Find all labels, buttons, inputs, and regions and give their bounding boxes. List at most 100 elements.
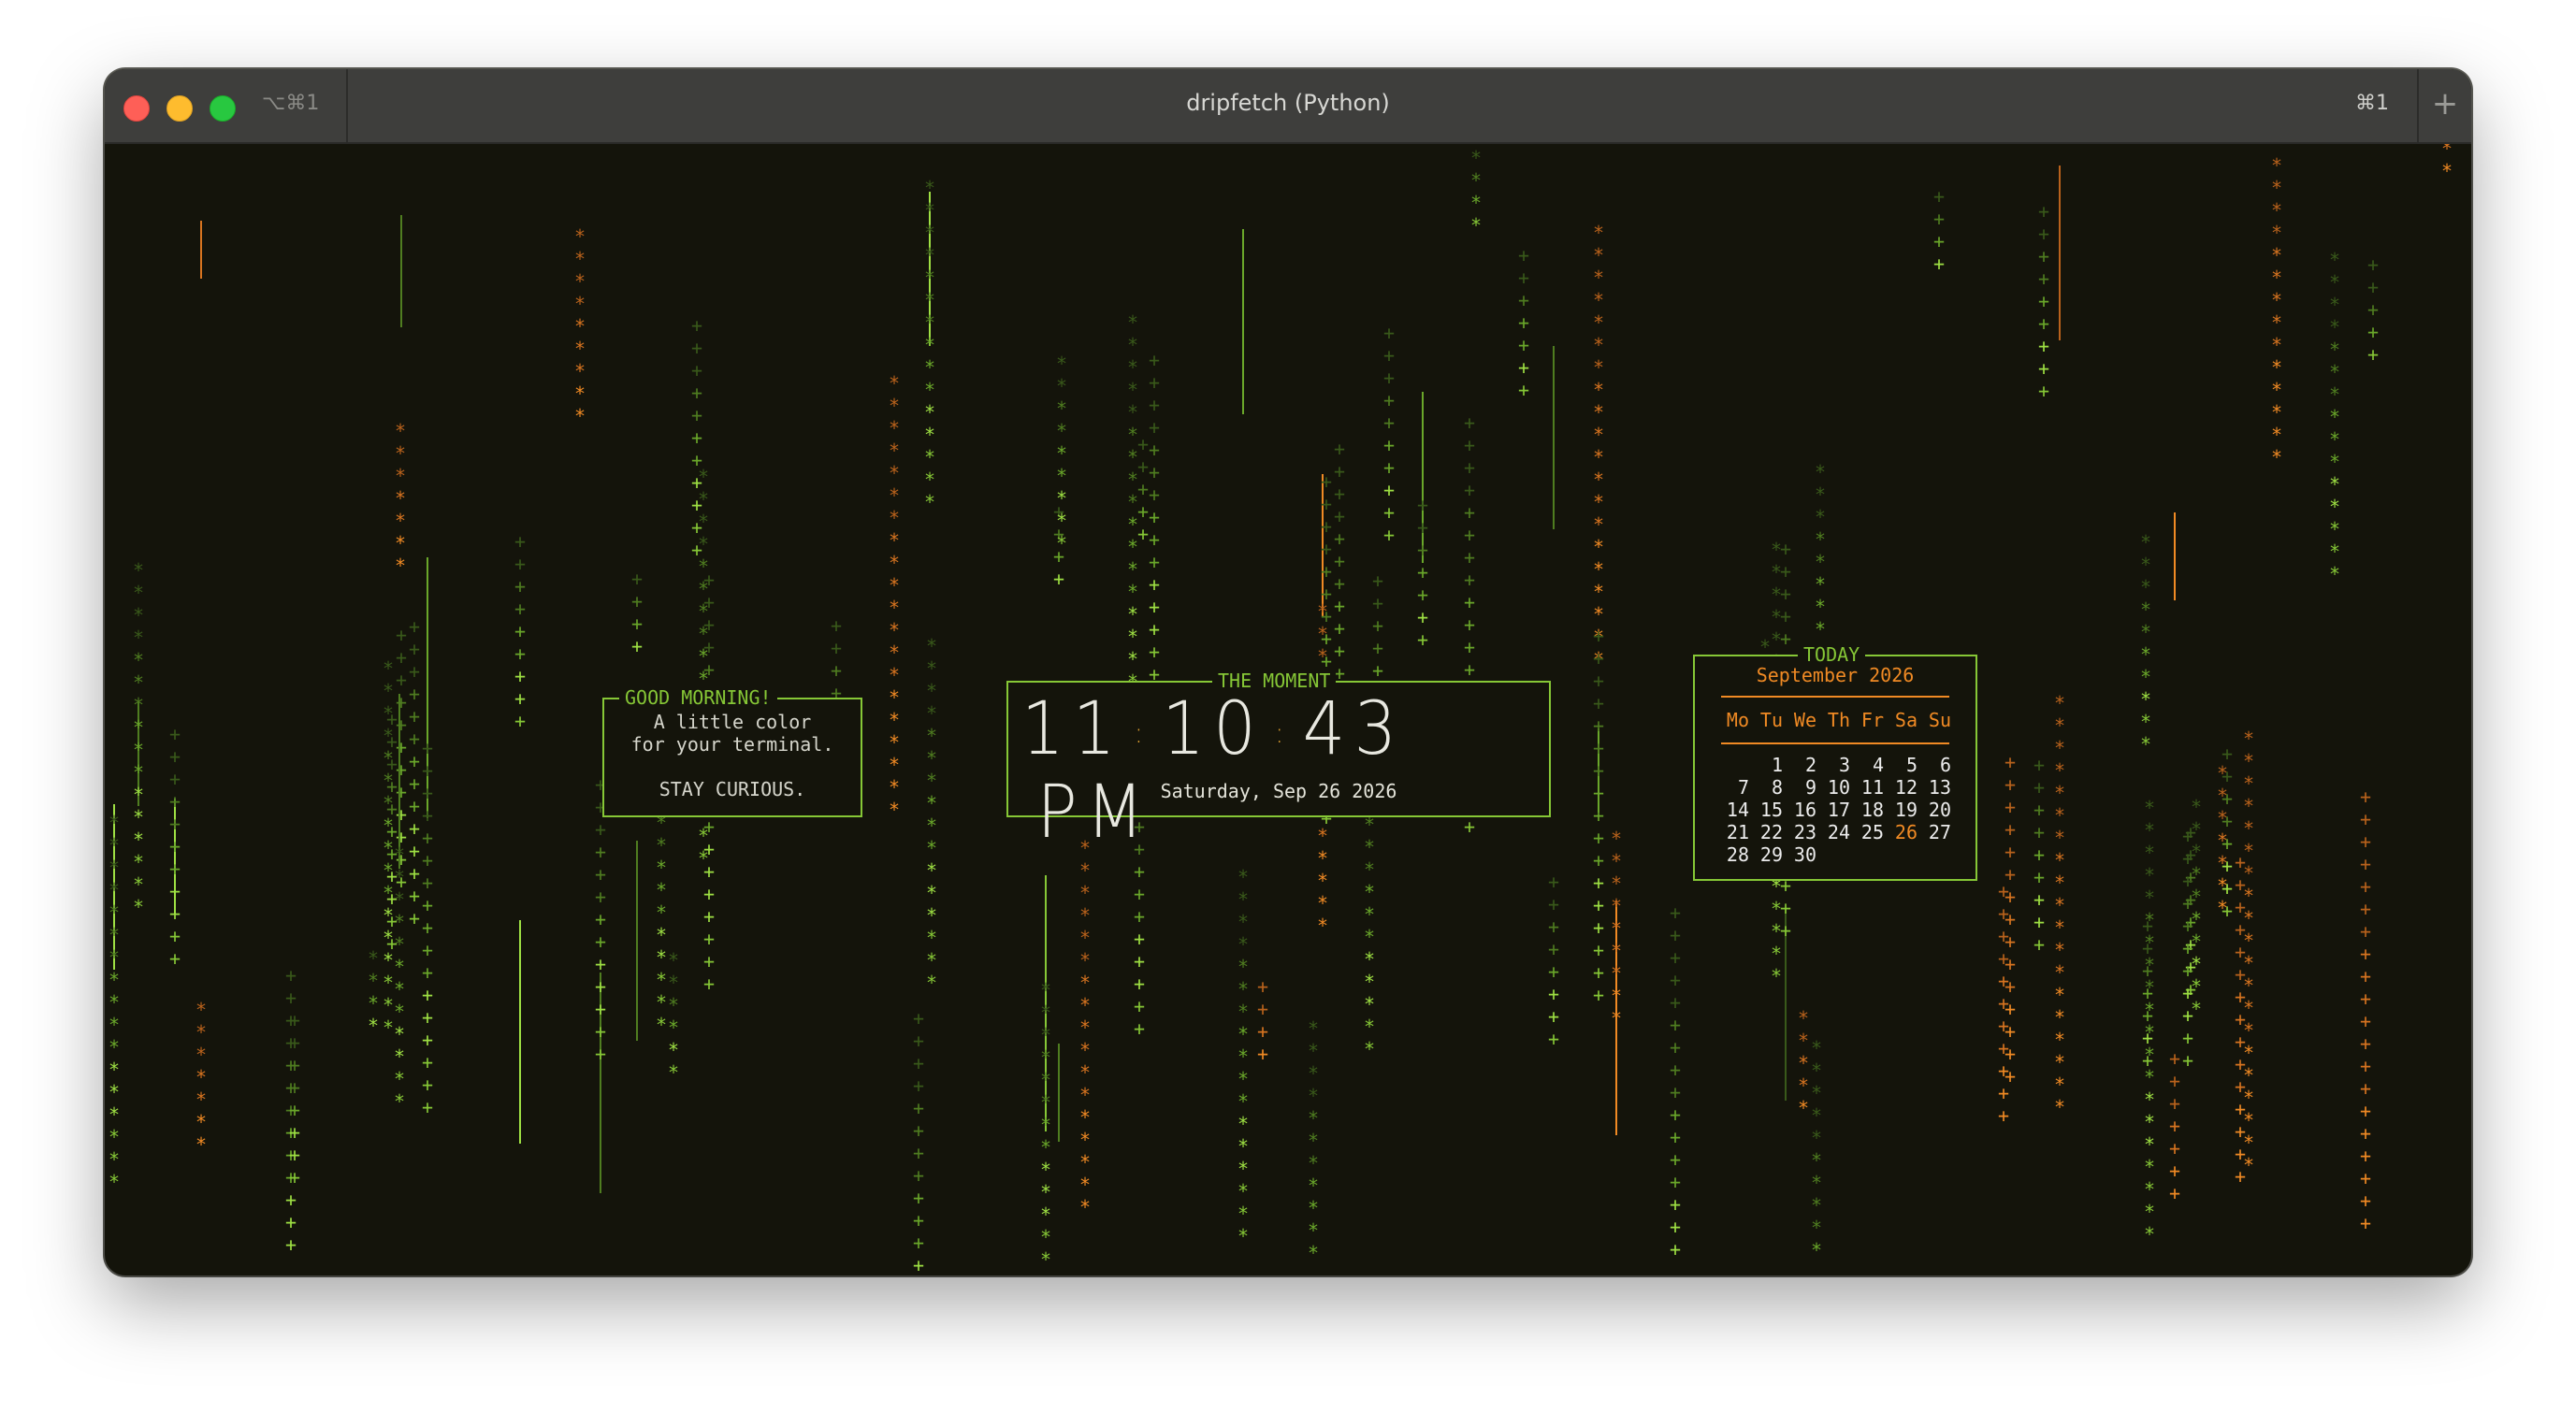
svg-text:*: *	[1308, 1174, 1319, 1197]
svg-text:+: +	[2033, 821, 2045, 843]
svg-text:+: +	[1548, 915, 1559, 938]
svg-text:*: *	[1771, 965, 1782, 987]
calendar-week-row: 7 8 9 10 11 12 13	[1715, 776, 1951, 799]
svg-text:*: *	[133, 604, 144, 627]
svg-text:*: *	[2054, 759, 2065, 782]
svg-text:*: *	[195, 1088, 207, 1111]
svg-text:*: *	[1611, 962, 1622, 985]
svg-text:+: +	[1780, 538, 1791, 560]
svg-text:+: +	[1593, 872, 1604, 894]
svg-text:*: *	[889, 597, 900, 619]
svg-text:*: *	[1364, 858, 1375, 881]
svg-text:+: +	[1670, 1081, 1681, 1103]
svg-text:*: *	[2144, 1044, 2155, 1066]
svg-text:+: +	[1383, 367, 1395, 389]
svg-text:*: *	[1056, 532, 1067, 555]
svg-text:+: +	[285, 987, 297, 1009]
svg-text:+: +	[1257, 1020, 1268, 1043]
svg-text:+: +	[1593, 961, 1604, 984]
svg-text:*: *	[2271, 222, 2282, 244]
svg-text:+: +	[1670, 1126, 1681, 1148]
clock-second: 43	[1302, 687, 1406, 771]
rain-column: *********	[1611, 828, 1622, 1030]
svg-text:*: *	[2054, 961, 2065, 984]
svg-text:*: *	[2271, 334, 2282, 356]
svg-text:*: *	[889, 731, 900, 754]
rain-column: *******************	[2054, 692, 2065, 1118]
svg-text:*: *	[1056, 510, 1067, 532]
new-tab-button[interactable]: +	[2417, 69, 2471, 142]
svg-text:+: +	[169, 857, 181, 880]
svg-text:+: +	[1998, 902, 2009, 925]
rain-column: ********************	[889, 372, 900, 821]
svg-text:*: *	[2329, 518, 2340, 540]
rain-column: +++++++	[1417, 494, 1428, 651]
svg-text:+: +	[1137, 433, 1149, 455]
tab-shortcut-right: ⌘1	[2355, 92, 2389, 115]
svg-text:+: +	[1383, 434, 1395, 456]
rain-column: +++++++++	[2038, 200, 2049, 402]
svg-text:*: *	[2140, 621, 2151, 643]
svg-text:+: +	[422, 804, 433, 827]
svg-text:+: +	[913, 1097, 924, 1119]
svg-text:*: *	[2329, 249, 2340, 271]
svg-text:+: +	[1134, 883, 1145, 905]
terminal-area[interactable]: *****************++++++++++*************…	[105, 144, 2471, 1275]
svg-text:*: *	[1079, 949, 1091, 972]
rain-column: *********	[574, 225, 586, 427]
svg-text:+: +	[913, 1007, 924, 1030]
svg-text:+: +	[1321, 515, 1332, 538]
svg-text:*: *	[2329, 473, 2340, 496]
svg-text:+: +	[2038, 380, 2049, 402]
svg-text:+: +	[422, 1073, 433, 1096]
svg-text:+: +	[913, 1187, 924, 1209]
svg-text:*: *	[574, 338, 586, 360]
svg-text:+: +	[1933, 252, 1945, 275]
svg-text:*: *	[2054, 714, 2065, 737]
svg-text:*: *	[2329, 563, 2340, 585]
svg-text:+: +	[913, 1052, 924, 1074]
rain-column: ************	[394, 843, 405, 1113]
svg-text:*: *	[2217, 807, 2228, 829]
svg-text:+: +	[1548, 1028, 1559, 1050]
svg-text:+: +	[1137, 500, 1149, 523]
svg-text:*: *	[1127, 311, 1138, 334]
calendar-rule-top	[1721, 696, 1949, 698]
svg-text:*: *	[1811, 1217, 1822, 1239]
svg-text:*: *	[1593, 468, 1604, 491]
svg-text:*: *	[109, 1059, 120, 1081]
svg-text:*: *	[195, 1111, 207, 1133]
svg-text:+: +	[422, 1051, 433, 1073]
svg-text:+: +	[422, 1006, 433, 1029]
svg-text:*: *	[2329, 451, 2340, 473]
svg-text:*: *	[1237, 1090, 1249, 1113]
svg-text:+: +	[831, 614, 842, 637]
calendar-day: 25	[1860, 821, 1884, 843]
svg-text:*: *	[926, 770, 937, 792]
svg-text:+: +	[409, 728, 420, 750]
svg-text:+: +	[691, 494, 702, 516]
svg-text:*: *	[2054, 827, 2065, 849]
svg-text:*: *	[1798, 1074, 1809, 1097]
weekday-sa: Sa	[1894, 709, 1918, 731]
svg-text:+: +	[2367, 343, 2379, 366]
svg-text:*: *	[574, 293, 586, 315]
svg-text:*: *	[133, 716, 144, 739]
svg-text:*: *	[2271, 311, 2282, 334]
rain-column: ++++++++++++++++	[1670, 901, 1681, 1261]
weekday-tu: Tu	[1759, 709, 1783, 731]
svg-text:+: +	[2038, 223, 2049, 245]
svg-text:+: +	[1417, 584, 1428, 606]
rain-column: ***********	[1308, 1017, 1319, 1264]
svg-text:*: *	[2329, 496, 2340, 518]
rain-column: +++++++	[2169, 1047, 2180, 1204]
svg-text:+: +	[1780, 919, 1791, 942]
svg-text:*: *	[1593, 267, 1604, 289]
rain-column: +++++++++++++++++	[1593, 625, 1604, 1006]
svg-text:*: *	[1815, 551, 1826, 573]
svg-text:+: +	[1780, 560, 1791, 583]
svg-text:+: +	[1372, 614, 1383, 637]
svg-text:*: *	[1056, 465, 1067, 487]
svg-text:+: +	[691, 471, 702, 494]
svg-text:*: *	[1079, 1016, 1091, 1039]
